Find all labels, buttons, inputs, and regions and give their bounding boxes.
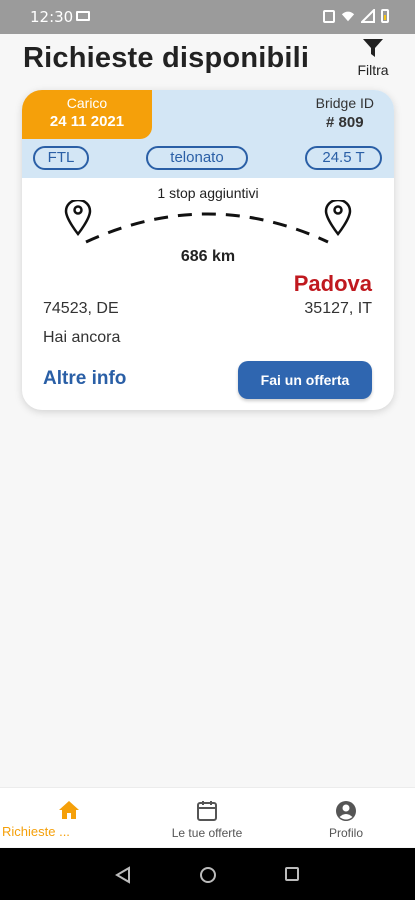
extra-stops-text: 1 stop aggiuntivi	[157, 185, 259, 201]
origin-postal-code: 74523, DE	[43, 300, 119, 317]
system-navigation-bar	[0, 848, 415, 900]
destination-pin-icon	[324, 200, 352, 237]
nfc-icon	[323, 9, 335, 23]
wifi-icon	[341, 11, 355, 22]
signal-icon	[361, 9, 375, 23]
filter-icon	[363, 39, 383, 57]
load-label: Carico	[66, 95, 108, 111]
nav-label-offers: Le tue offerte	[171, 826, 243, 840]
load-date-badge: Carico 24 11 2021	[22, 90, 152, 139]
nav-item-offers[interactable]: Le tue offerte	[138, 788, 276, 848]
make-offer-button[interactable]: Fai un offerta	[238, 361, 372, 399]
nav-item-requests[interactable]: Richieste ...	[0, 788, 138, 848]
home-icon	[59, 801, 79, 819]
distance-text: 686 km	[180, 248, 236, 265]
battery-icon	[381, 9, 389, 23]
status-icons	[323, 9, 389, 23]
home-circle-icon[interactable]	[199, 866, 217, 884]
bridge-id-value: # 809	[326, 114, 364, 131]
request-card[interactable]: Carico 24 11 2021 Bridge ID # 809 FTL te…	[22, 90, 394, 410]
tag-vehicle-type: telonato	[146, 146, 248, 170]
status-bar: 12:30	[0, 0, 415, 34]
nav-label-profile: Profilo	[328, 826, 363, 840]
remaining-text: Hai ancora	[43, 329, 121, 346]
card-header: Carico 24 11 2021 Bridge ID # 809 FTL te…	[22, 90, 394, 178]
filter-label: Filtra	[357, 62, 389, 78]
tag-load-type: FTL	[33, 146, 89, 170]
screen-icon	[76, 11, 90, 21]
back-icon[interactable]	[115, 866, 131, 884]
bottom-navigation: Richieste ... Le tue offerte Profilo	[0, 787, 415, 847]
account-icon	[336, 801, 356, 821]
bridge-id-label: Bridge ID	[315, 95, 374, 111]
tag-weight: 24.5 T	[305, 146, 382, 170]
route-dashed-line	[85, 212, 329, 244]
page-title: Richieste disponibili	[23, 42, 310, 74]
nav-label-requests: Richieste ...	[2, 824, 70, 839]
route-graphic	[64, 200, 352, 244]
status-time: 12:30	[30, 8, 74, 26]
origin-pin-icon	[64, 200, 92, 237]
more-info-link[interactable]: Altre info	[43, 368, 126, 390]
destination-city: Padova	[293, 271, 372, 296]
calendar-icon	[197, 801, 217, 821]
recents-icon[interactable]	[284, 866, 300, 882]
bridge-id-block: Bridge ID # 809	[316, 95, 374, 131]
destination-postal-code: 35127, IT	[304, 300, 372, 317]
load-date: 24 11 2021	[49, 113, 125, 130]
nav-item-profile[interactable]: Profilo	[277, 788, 415, 848]
filter-button[interactable]: Filtra	[350, 36, 396, 84]
